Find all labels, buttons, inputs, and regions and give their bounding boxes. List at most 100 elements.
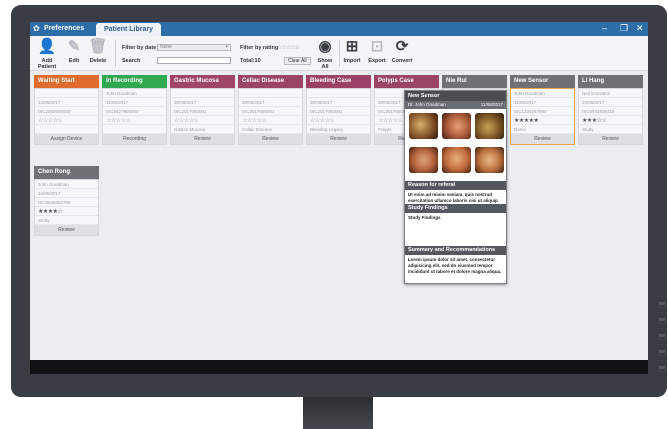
column-chen-rong[interactable]: Chen Rong xyxy=(34,166,99,179)
card-note: Study xyxy=(35,216,98,225)
card-rating[interactable]: ★★★☆☆ xyxy=(579,116,642,125)
board-column[interactable]: Polyps Case xyxy=(374,75,439,88)
toolbar-divider xyxy=(115,40,116,67)
card-action-button[interactable]: Review xyxy=(239,134,302,144)
convert-icon: ⟳ xyxy=(395,38,409,55)
card-id: ISC2017090001 xyxy=(171,107,234,116)
add-patient-button[interactable]: 👤 Add Patient xyxy=(34,38,60,70)
toolbar: 👤 Add Patient ✎ Edit 🗑 Delete Filter by … xyxy=(30,36,648,71)
maximize-icon[interactable]: ❐ xyxy=(620,23,628,34)
summary-heading: Summary and Recommandations xyxy=(405,246,506,255)
endoscopy-thumbnail[interactable] xyxy=(442,113,471,139)
chevron-down-icon: ▾ xyxy=(225,44,228,50)
board-column[interactable]: Li Hang xyxy=(578,75,643,88)
delete-button[interactable]: 🗑 Delete xyxy=(88,38,108,64)
endoscopy-thumbnail[interactable] xyxy=(475,147,504,173)
card-action-button[interactable]: Review xyxy=(307,134,370,144)
monitor-button xyxy=(659,334,665,337)
card-action-button[interactable]: Recording xyxy=(103,134,166,144)
card-id: ISC9646453706 xyxy=(35,198,98,207)
card-rating[interactable]: ★★★★☆ xyxy=(35,207,98,216)
column-header: Waiting Start xyxy=(34,75,99,88)
gear-icon[interactable]: ✿ xyxy=(33,24,40,33)
card-rating[interactable]: ☆☆☆☆☆ xyxy=(35,116,98,125)
card-note: Demo xyxy=(511,125,574,134)
card-id: ISC0944636416 xyxy=(579,107,642,116)
monitor-stand xyxy=(303,397,373,429)
card-rating[interactable]: ☆☆☆☆☆ xyxy=(171,116,234,125)
board-column[interactable]: In Recording xyxy=(102,75,167,88)
card-date: 11/08/2017 xyxy=(511,98,574,107)
patient-card[interactable]: 30/08/2017 ISC2017090001 ☆☆☆☆☆ Bleeding Leg… xyxy=(306,88,371,145)
patient-board: Waiting Start 12/05/2017 ISC2000000000 ☆☆☆☆… xyxy=(30,71,648,360)
board-column[interactable]: Bleeding Case xyxy=(306,75,371,88)
export-label: Export xyxy=(368,58,386,64)
import-button[interactable]: ⊞ Import xyxy=(342,38,362,64)
tab-patient-library[interactable]: Patient Library xyxy=(96,23,162,36)
board-column[interactable]: Waiting Start xyxy=(34,75,99,88)
patient-card[interactable]: Neil Gonzalez 20/05/2017 ISC0944636416 ★★★☆… xyxy=(578,88,643,145)
card-rating[interactable]: ★★★★★ xyxy=(511,116,574,125)
card-action-button[interactable]: Review xyxy=(579,134,642,144)
show-all-button[interactable]: ◉ Show All xyxy=(314,38,336,70)
filter-by-rating-label: Filter by rating xyxy=(240,45,279,51)
popup-title: New Sensor xyxy=(405,91,506,101)
patient-card[interactable]: 30/08/2017 ISC2017090001 ☆☆☆☆☆ Celiac Disea… xyxy=(238,88,303,145)
minimize-icon[interactable]: – xyxy=(602,23,607,33)
import-icon: ⊞ xyxy=(345,38,359,55)
app-title[interactable]: Preferences xyxy=(44,25,84,32)
convert-button[interactable]: ⟳ Convert xyxy=(391,38,413,64)
status-bar xyxy=(30,360,648,374)
card-rating[interactable]: ☆☆☆☆☆ xyxy=(103,116,166,125)
close-icon[interactable]: ✕ xyxy=(636,23,644,34)
card-id: ISC2000000000 xyxy=(35,107,98,116)
endoscopy-thumbnail[interactable] xyxy=(442,147,471,173)
board-column[interactable]: Gastric Mucosa xyxy=(170,75,235,88)
card-note xyxy=(35,125,98,134)
card-action-button[interactable]: Review xyxy=(511,134,574,144)
column-header: New Sensor xyxy=(510,75,575,88)
reason-text: Ut enim ad minim veniam, quis nostrud ex… xyxy=(408,192,498,203)
card-action-button[interactable]: Review xyxy=(35,225,98,235)
search-input[interactable] xyxy=(157,57,231,64)
card-note: Celiac Disease xyxy=(239,125,302,134)
board-column[interactable]: Celiac Disease xyxy=(238,75,303,88)
board-column[interactable]: New Sensor xyxy=(510,75,575,88)
title-bar: ✿ Preferences Patient Library – ❐ ✕ xyxy=(30,22,648,36)
export-button[interactable]: ⊡ Export xyxy=(367,38,387,64)
card-date: 12/05/2017 xyxy=(35,98,98,107)
filter-by-date-label: Filter by date xyxy=(122,45,157,51)
monitor-button xyxy=(659,350,665,353)
endoscopy-thumbnail[interactable] xyxy=(409,113,438,139)
app-window: ✿ Preferences Patient Library – ❐ ✕ 👤 Ad… xyxy=(30,22,648,374)
endoscopy-thumbnail[interactable] xyxy=(475,113,504,139)
search-label: Search xyxy=(122,58,141,64)
monitor-button xyxy=(659,366,665,369)
rating-filter-stars[interactable]: ☆☆☆☆☆ xyxy=(277,44,300,51)
card-action-button[interactable]: Review xyxy=(171,134,234,144)
endoscopy-thumbnail[interactable] xyxy=(409,147,438,173)
edit-button[interactable]: ✎ Edit xyxy=(66,38,82,64)
delete-label: Delete xyxy=(89,58,107,64)
patient-card[interactable]: 30/08/2017 ISC2017090001 ☆☆☆☆☆ Gastric Muco… xyxy=(170,88,235,145)
monitor-button xyxy=(659,318,665,321)
clear-all-button[interactable]: Clear All xyxy=(284,57,311,65)
patient-card[interactable]: John Goodman 11/08/2017 ISC6427900000 ☆☆☆☆☆… xyxy=(102,88,167,145)
patient-card[interactable]: John Goodman 11/08/2017 ISC1234567890 ★★★★★… xyxy=(510,88,575,145)
card-patient-name xyxy=(239,89,302,98)
date-filter-select[interactable]: None ▾ xyxy=(157,44,231,51)
column-header: Chen Rong xyxy=(34,166,99,179)
card-action-button[interactable]: Assign Device xyxy=(35,134,98,144)
patient-card[interactable]: 12/05/2017 ISC2000000000 ☆☆☆☆☆ Assign Devic… xyxy=(34,88,99,145)
patient-card[interactable]: John Goodman 16/05/2017 ISC9646453706 ★★… xyxy=(34,179,99,236)
card-id: ISC6427900000 xyxy=(103,107,166,116)
import-label: Import xyxy=(343,58,361,64)
summary-text: Lorem ipsum dolor sit amet, consectetur … xyxy=(408,257,502,274)
card-patient-name: John Goodman xyxy=(511,89,574,98)
board-column[interactable]: Nie Rui xyxy=(442,75,507,88)
popup-subheader: Dr. John Goodman 11/08/2017 xyxy=(405,101,506,109)
card-id: ISC2017090001 xyxy=(307,107,370,116)
card-rating[interactable]: ☆☆☆☆☆ xyxy=(307,116,370,125)
card-rating[interactable]: ☆☆☆☆☆ xyxy=(239,116,302,125)
column-header: Polyps Case xyxy=(374,75,439,88)
